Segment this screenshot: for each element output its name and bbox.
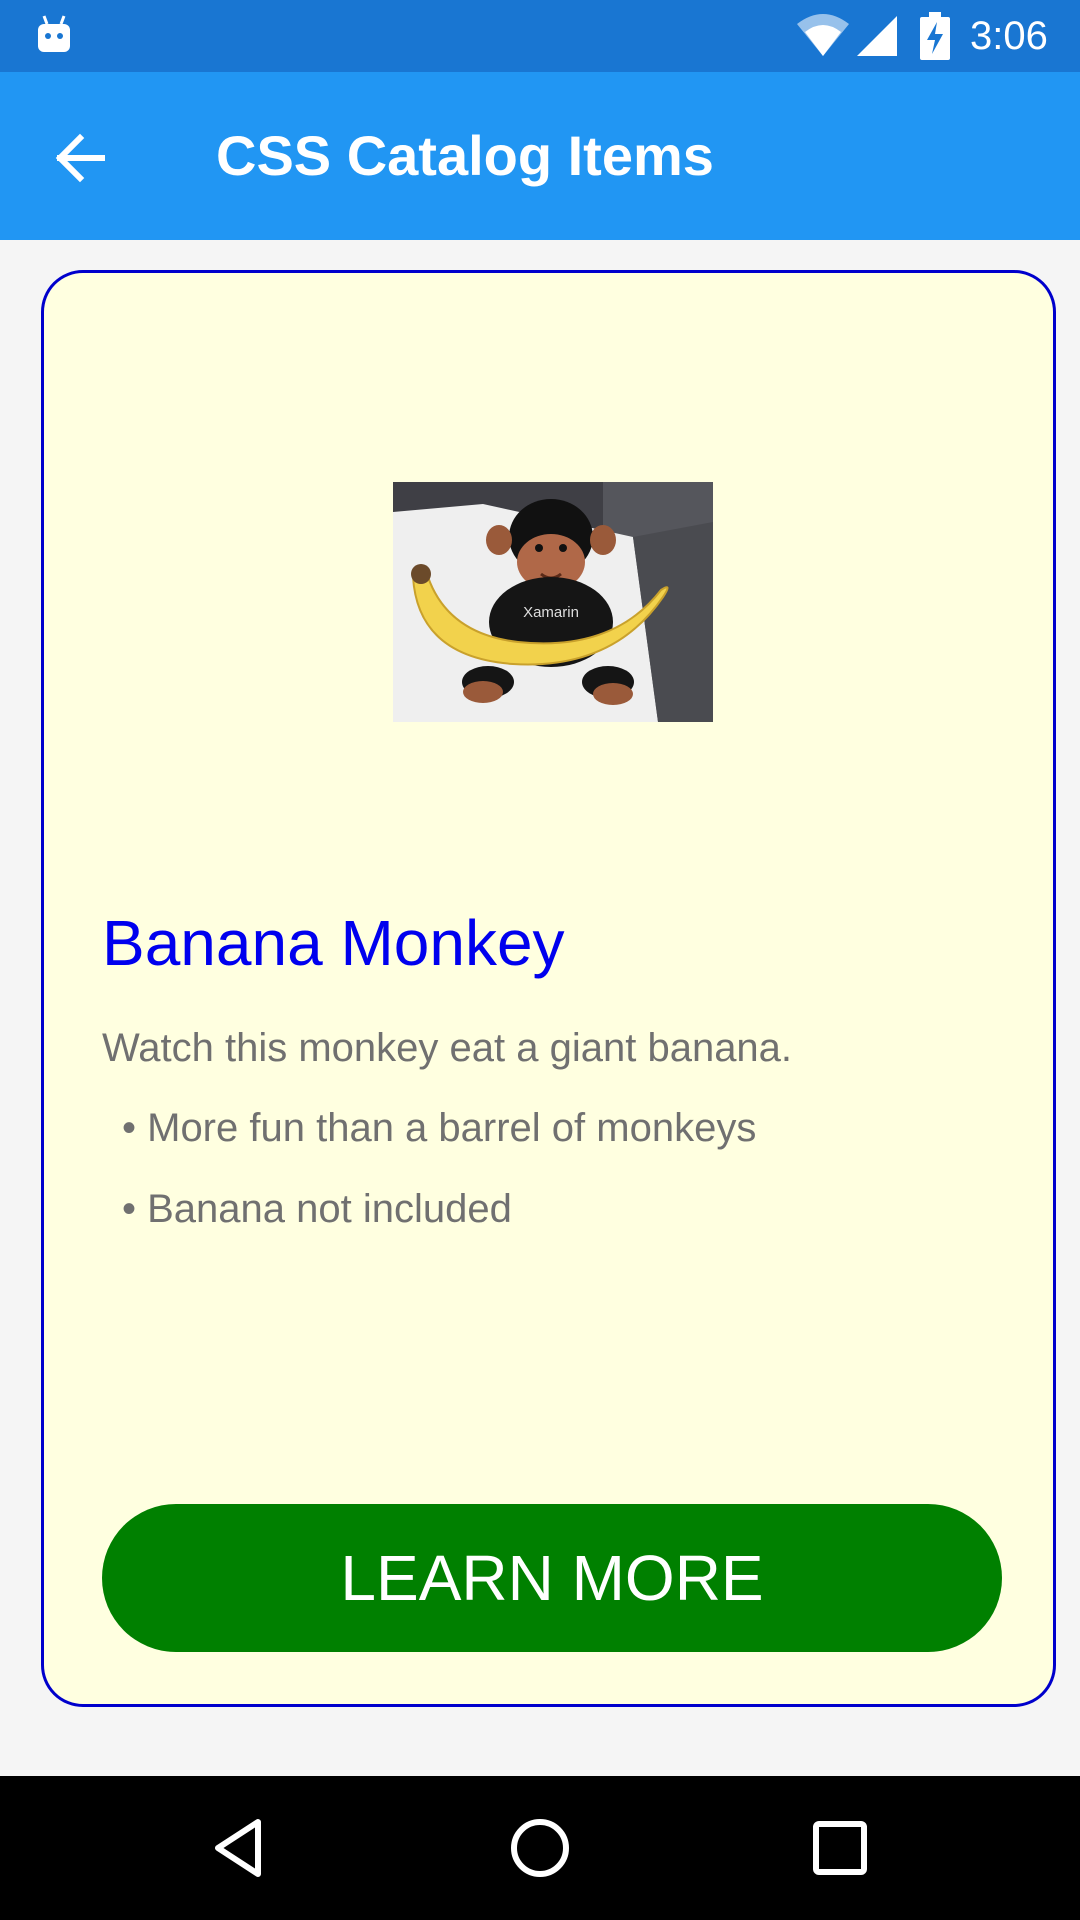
signal-icon: [857, 16, 897, 56]
learn-more-button[interactable]: LEARN MORE: [102, 1504, 1002, 1652]
item-description: Watch this monkey eat a giant banana.: [102, 1026, 793, 1070]
wifi-icon: [797, 14, 849, 56]
android-icon: [38, 15, 70, 52]
page-title: CSS Catalog Items: [216, 124, 714, 187]
back-triangle-icon[interactable]: [200, 1808, 280, 1888]
battery-charging-icon: [920, 12, 950, 60]
monkey-banana-image: Xamarin: [393, 482, 713, 722]
catalog-item-card: Xamarin Banana Monkey Watch this monkey …: [41, 270, 1056, 1707]
arrow-left-icon: [55, 133, 105, 183]
status-bar: 3:06: [0, 0, 1080, 72]
svg-text:Xamarin: Xamarin: [523, 604, 579, 621]
back-button[interactable]: [40, 118, 120, 198]
status-clock: 3:06: [970, 14, 1048, 58]
system-nav-bar: [0, 1776, 1080, 1920]
app-bar: CSS Catalog Items: [0, 72, 1080, 240]
bullet-item: • More fun than a barrel of monkeys: [122, 1106, 757, 1150]
recents-square-icon[interactable]: [800, 1808, 880, 1888]
item-title: Banana Monkey: [102, 907, 565, 979]
product-image: Xamarin: [393, 482, 713, 722]
bullet-item: • Banana not included: [122, 1187, 512, 1231]
home-circle-icon[interactable]: [500, 1808, 580, 1888]
